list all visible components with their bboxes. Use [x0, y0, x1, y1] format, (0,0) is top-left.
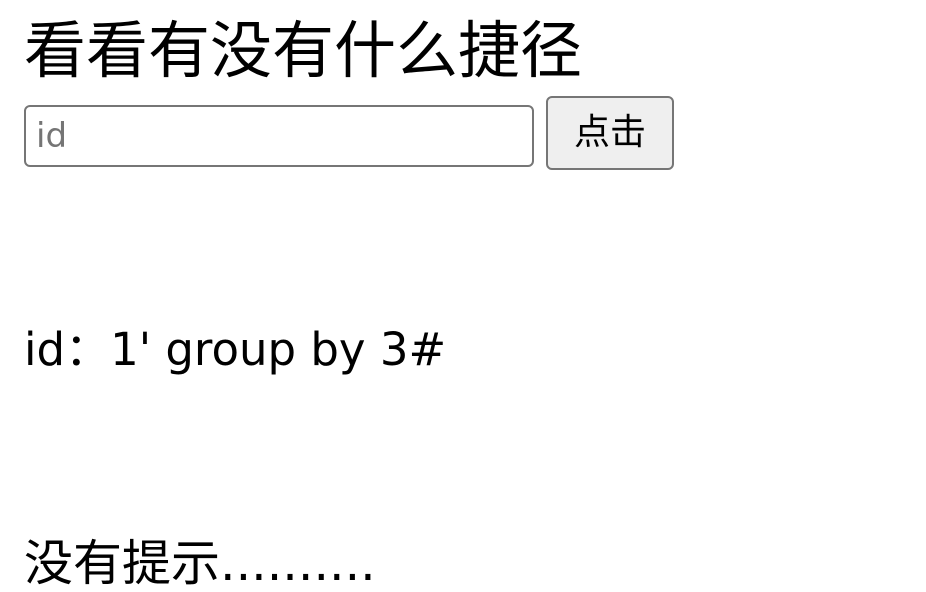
hint-text: 没有提示.......... [24, 535, 376, 592]
page-title: 看看有没有什么捷径 [24, 14, 583, 87]
result-line: id：1' group by 3# [24, 323, 447, 376]
id-input[interactable] [24, 105, 534, 167]
submit-button[interactable]: 点击 [546, 96, 674, 170]
page: 看看有没有什么捷径 点击 id：1' group by 3# 没有提示.....… [0, 0, 926, 592]
